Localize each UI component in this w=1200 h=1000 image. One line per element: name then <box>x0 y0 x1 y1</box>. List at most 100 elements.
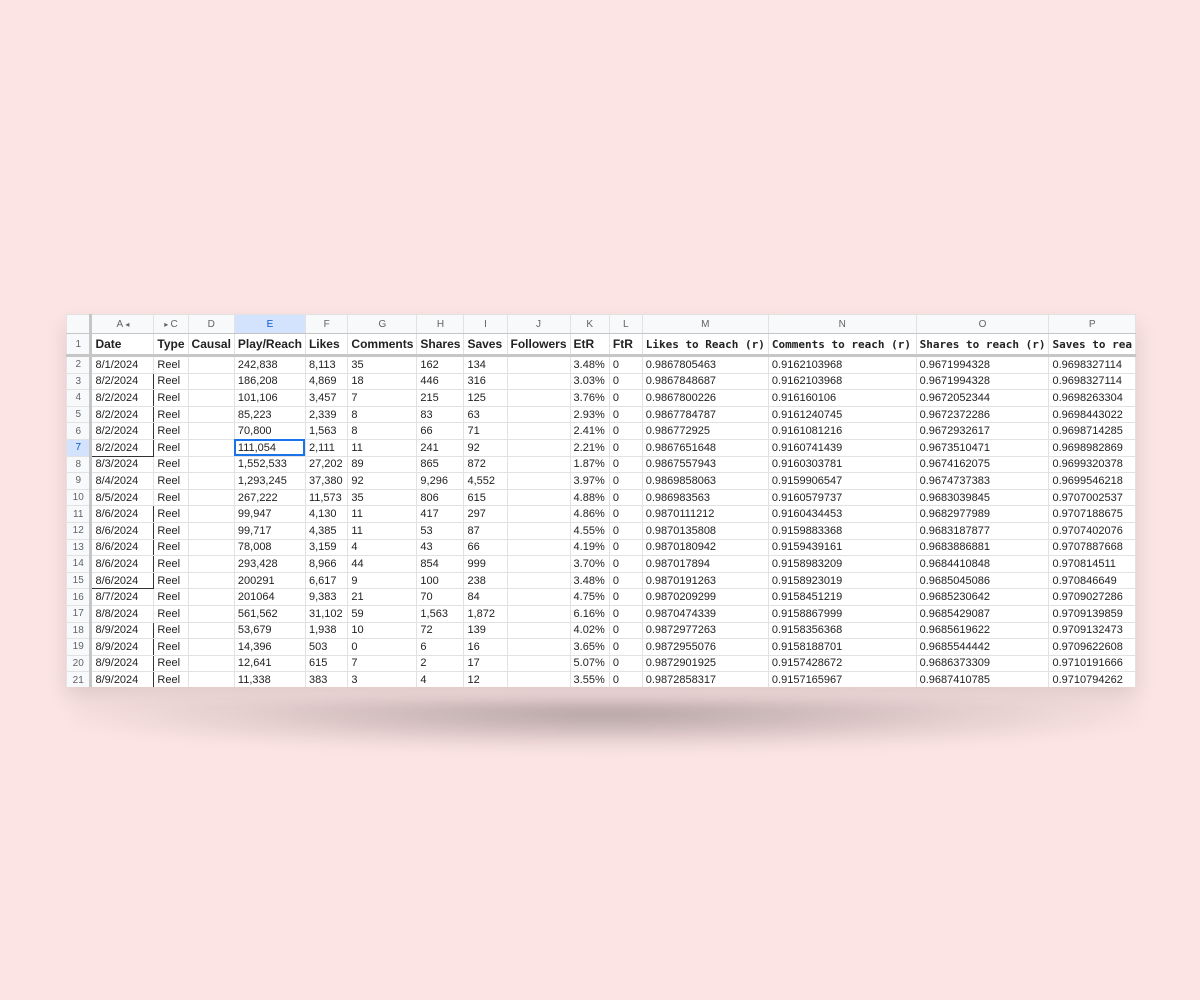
cell[interactable]: 8/9/2024 <box>90 671 155 687</box>
cell[interactable]: Reel <box>153 555 189 573</box>
cell[interactable]: 8/5/2024 <box>90 488 155 507</box>
cell[interactable]: 293,428 <box>233 555 306 573</box>
cell[interactable]: 0.9158451219 <box>767 588 917 606</box>
row-number[interactable]: 14 <box>66 555 93 573</box>
cell[interactable]: Reel <box>153 671 189 687</box>
cell[interactable]: Reel <box>153 621 189 640</box>
cell[interactable]: 0.9162103968 <box>767 355 917 374</box>
cell[interactable]: 2,339 <box>304 405 349 424</box>
row-number[interactable]: 10 <box>66 488 93 507</box>
cell[interactable]: 215 <box>416 389 465 407</box>
cell[interactable]: 8/9/2024 <box>90 621 155 640</box>
cell[interactable]: 383 <box>304 671 349 687</box>
cell[interactable]: 35 <box>347 355 418 374</box>
cell[interactable]: 0 <box>608 555 643 573</box>
cell[interactable]: 5.07% <box>569 654 610 673</box>
cell[interactable]: 3.55% <box>569 671 610 687</box>
cell[interactable]: Reel <box>153 422 189 440</box>
cell[interactable]: 0.9698327114 <box>1048 355 1136 374</box>
cell[interactable]: 3.03% <box>569 372 610 391</box>
cell[interactable]: 0.9158188701 <box>767 638 917 656</box>
cell[interactable] <box>187 488 235 507</box>
cell[interactable]: Reel <box>153 488 189 507</box>
cell[interactable]: Reel <box>153 372 189 391</box>
cell[interactable]: 7 <box>347 654 418 673</box>
cell[interactable]: 53 <box>416 521 465 540</box>
cell[interactable]: 11 <box>347 521 418 540</box>
cell[interactable]: 0.9161081216 <box>767 422 917 440</box>
cell[interactable]: 0.9867848687 <box>641 372 769 391</box>
cell[interactable] <box>187 405 235 424</box>
cell[interactable]: 0.9707887668 <box>1048 538 1136 557</box>
cell[interactable]: 0.9672052344 <box>915 389 1050 407</box>
cell[interactable] <box>187 389 235 407</box>
cell[interactable]: 4,385 <box>304 521 349 540</box>
cell[interactable]: 0.9685429087 <box>915 604 1050 623</box>
cell[interactable]: 0.9674737383 <box>915 472 1050 490</box>
cell[interactable]: 83 <box>416 405 465 424</box>
cell[interactable]: 8/4/2024 <box>90 472 155 490</box>
cell[interactable]: 0 <box>608 604 643 623</box>
cell[interactable]: 3.48% <box>569 355 610 374</box>
row-number[interactable]: 7 <box>66 438 93 457</box>
header-cell-shares-to-reach-r[interactable]: Shares to reach (r) <box>915 333 1050 357</box>
cell[interactable]: 8/2/2024 <box>90 438 155 457</box>
cell[interactable]: 8/6/2024 <box>90 555 155 573</box>
cell[interactable]: 0.9698327114 <box>1048 372 1136 391</box>
header-cell-saves-to-rea[interactable]: Saves to rea <box>1048 333 1136 357</box>
column-header-j[interactable]: J <box>506 314 571 334</box>
cell[interactable]: 0 <box>608 389 643 407</box>
cell[interactable]: 8/3/2024 <box>90 455 155 474</box>
column-header-m[interactable]: M <box>641 314 769 334</box>
header-cell-play-reach[interactable]: Play/Reach <box>233 333 306 357</box>
cell[interactable]: 7 <box>347 389 418 407</box>
cell[interactable] <box>187 455 235 474</box>
row-number[interactable]: 16 <box>66 588 93 606</box>
cell[interactable]: 0.9707002537 <box>1048 488 1136 507</box>
cell[interactable]: 0.9867800226 <box>641 389 769 407</box>
cell[interactable]: 0.9159439161 <box>767 538 917 557</box>
cell[interactable]: 11 <box>347 438 418 457</box>
cell[interactable]: 0 <box>608 571 643 590</box>
cell[interactable] <box>506 604 571 623</box>
cell[interactable]: 316 <box>463 372 508 391</box>
cell[interactable]: 0 <box>608 455 643 474</box>
cell[interactable]: 10 <box>347 621 418 640</box>
cell[interactable]: 44 <box>347 555 418 573</box>
cell[interactable]: 66 <box>463 538 508 557</box>
cell[interactable]: 162 <box>416 355 465 374</box>
column-header-h[interactable]: H <box>416 314 465 334</box>
cell[interactable] <box>506 438 571 457</box>
cell[interactable]: 0.9872858317 <box>641 671 769 687</box>
cell[interactable]: 806 <box>416 488 465 507</box>
cell[interactable]: 0.9158356368 <box>767 621 917 640</box>
cell[interactable]: 3.97% <box>569 472 610 490</box>
cell[interactable]: 0.9709132473 <box>1048 621 1136 640</box>
cell[interactable]: 6.16% <box>569 604 610 623</box>
cell[interactable] <box>187 621 235 640</box>
cell[interactable]: 78,008 <box>233 538 306 557</box>
cell[interactable]: 0.9674162075 <box>915 455 1050 474</box>
cell[interactable]: 0.987017894 <box>641 555 769 573</box>
cell[interactable]: 59 <box>347 604 418 623</box>
cell[interactable]: 0.9870180942 <box>641 538 769 557</box>
cell[interactable]: 9 <box>347 571 418 590</box>
cell[interactable]: 0.9709139859 <box>1048 604 1136 623</box>
cell[interactable]: 0.9709622608 <box>1048 638 1136 656</box>
cell[interactable] <box>506 488 571 507</box>
cell[interactable]: 0.9872901925 <box>641 654 769 673</box>
column-header-a[interactable]: A ◂ <box>90 314 155 334</box>
cell[interactable]: 63 <box>463 405 508 424</box>
cell[interactable]: 99,717 <box>233 521 306 540</box>
cell[interactable]: 0.9157165967 <box>767 671 917 687</box>
column-header-f[interactable]: F <box>304 314 349 334</box>
cell[interactable]: 3.70% <box>569 555 610 573</box>
header-cell-saves[interactable]: Saves <box>463 333 508 357</box>
cell[interactable] <box>506 671 571 687</box>
cell[interactable]: Reel <box>153 455 189 474</box>
cell[interactable]: 9,296 <box>416 472 465 490</box>
cell[interactable]: 267,222 <box>233 488 306 507</box>
column-header-d[interactable]: D <box>187 314 235 334</box>
cell[interactable] <box>187 355 235 374</box>
cell[interactable] <box>506 621 571 640</box>
